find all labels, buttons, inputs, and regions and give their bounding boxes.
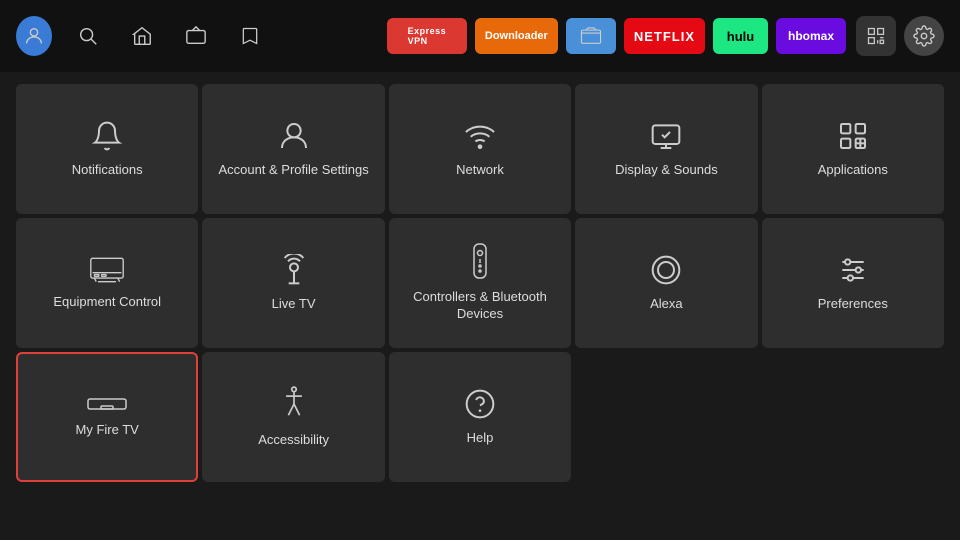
apps-icon [837,120,869,152]
nav-right-section [856,16,944,56]
grid-view-button[interactable] [856,16,896,56]
bookmark-button[interactable] [232,18,268,54]
wifi-icon [464,120,496,152]
controllers-bluetooth-label: Controllers & Bluetooth Devices [399,289,561,323]
my-fire-tv-label: My Fire TV [76,422,139,439]
app-shortcuts: ExpressVPN Downloader NETFLIX hulu hboma… [387,18,846,54]
tv-button[interactable] [178,18,214,54]
grid-item-account-profile[interactable]: Account & Profile Settings [202,84,384,214]
search-button[interactable] [70,18,106,54]
filemanager-badge[interactable] [566,18,616,54]
expressvpn-badge[interactable]: ExpressVPN [387,18,467,54]
alexa-icon [650,254,682,286]
hulu-badge[interactable]: hulu [713,18,768,54]
avatar[interactable] [16,18,52,54]
accessibility-label: Accessibility [258,432,329,449]
display-sounds-label: Display & Sounds [615,162,718,179]
antenna-icon [278,254,310,286]
remote-icon [469,243,491,279]
notifications-label: Notifications [72,162,143,179]
help-icon [464,388,496,420]
equipment-control-label: Equipment Control [53,294,161,311]
grid-item-network[interactable]: Network [389,84,571,214]
help-label: Help [467,430,494,447]
settings-grid: Notifications Account & Profile Settings… [0,76,960,490]
netflix-badge[interactable]: NETFLIX [624,18,705,54]
grid-item-preferences[interactable]: Preferences [762,218,944,348]
applications-label: Applications [818,162,888,179]
accessibility-icon [280,386,308,422]
grid-item-live-tv[interactable]: Live TV [202,218,384,348]
live-tv-label: Live TV [272,296,316,313]
sliders-icon [837,254,869,286]
preferences-label: Preferences [818,296,888,313]
grid-item-controllers-bluetooth[interactable]: Controllers & Bluetooth Devices [389,218,571,348]
bell-icon [91,120,123,152]
avatar-icon [16,16,52,56]
grid-item-alexa[interactable]: Alexa [575,218,757,348]
grid-item-applications[interactable]: Applications [762,84,944,214]
alexa-label: Alexa [650,296,683,313]
grid-item-equipment-control[interactable]: Equipment Control [16,218,198,348]
home-button[interactable] [124,18,160,54]
tv-icon [89,256,125,284]
person-icon [278,120,310,152]
downloader-badge[interactable]: Downloader [475,18,558,54]
grid-item-help[interactable]: Help [389,352,571,482]
grid-item-notifications[interactable]: Notifications [16,84,198,214]
grid-item-accessibility[interactable]: Accessibility [202,352,384,482]
navigation-bar: ExpressVPN Downloader NETFLIX hulu hboma… [0,0,960,72]
firetv-icon [87,396,127,412]
grid-item-my-fire-tv[interactable]: My Fire TV [16,352,198,482]
nav-left-section [16,18,268,54]
account-profile-label: Account & Profile Settings [218,162,368,179]
display-icon [650,120,682,152]
grid-item-display-sounds[interactable]: Display & Sounds [575,84,757,214]
hbomax-badge[interactable]: hbomax [776,18,846,54]
settings-button[interactable] [904,16,944,56]
network-label: Network [456,162,504,179]
